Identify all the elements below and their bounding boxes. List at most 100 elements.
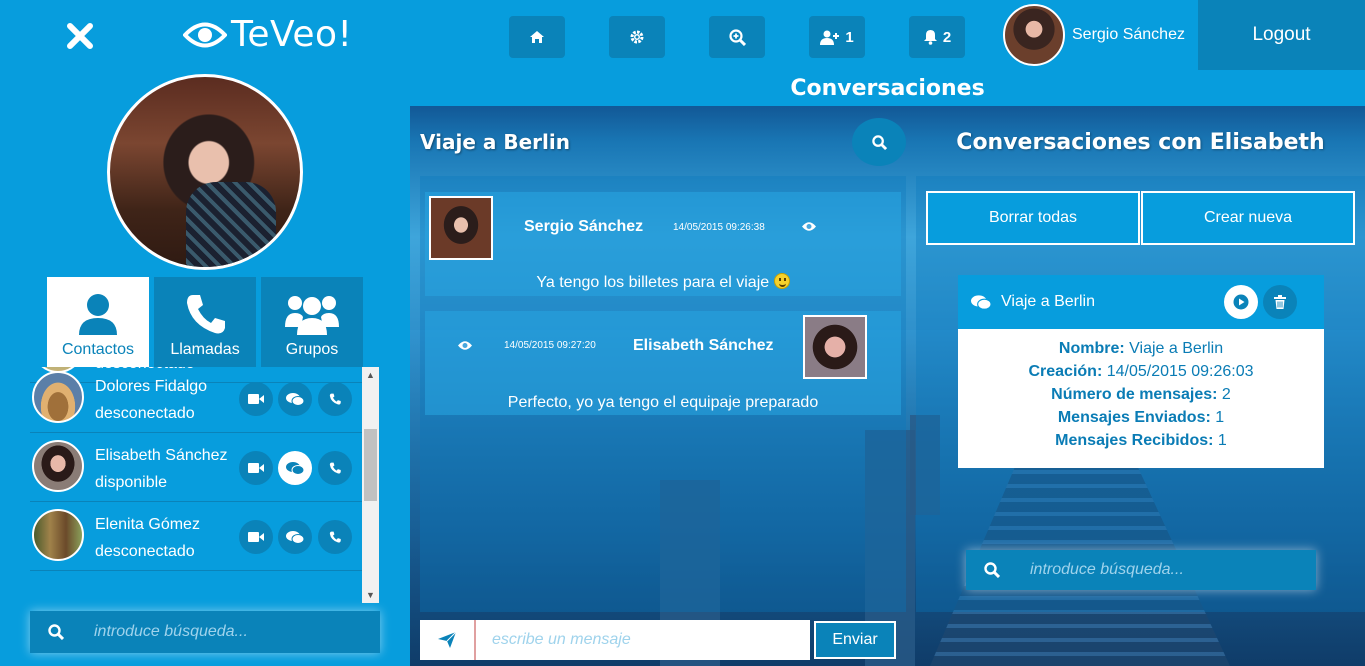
notifications-button[interactable]: 2: [909, 16, 965, 58]
chat-button[interactable]: [278, 451, 312, 485]
friend-requests-button[interactable]: 1: [809, 16, 865, 58]
avatar: [429, 196, 493, 260]
conversations-area: Conversaciones Viaje a Berlin Sergio Sán…: [410, 70, 1365, 666]
user-name: Sergio Sánchez: [1072, 26, 1185, 43]
message-input[interactable]: [476, 631, 796, 649]
video-call-button[interactable]: [239, 520, 273, 554]
message-date: 14/05/2015 09:26:38: [673, 222, 765, 233]
message-date: 14/05/2015 09:27:20: [504, 340, 596, 351]
search-contacts-button[interactable]: [709, 16, 765, 58]
search-input[interactable]: introduce búsqueda...: [1030, 561, 1184, 579]
eye-logo-icon: [183, 22, 227, 47]
top-bar: TeVeo! 1 2 Sergio Sánchez Logout: [0, 0, 1365, 70]
seen-eye-icon: [458, 341, 472, 350]
scroll-down-icon[interactable]: ▼: [366, 590, 375, 600]
chat-search-button[interactable]: [852, 118, 906, 166]
list-item[interactable]: Dolores Fidalgo desconectado: [30, 367, 362, 433]
trash-icon: [1274, 295, 1286, 309]
send-button[interactable]: Enviar: [814, 621, 896, 659]
delete-all-button[interactable]: Borrar todas: [926, 191, 1140, 245]
tab-grupos[interactable]: Grupos: [261, 277, 363, 367]
conversations-with-title: Conversaciones con Elisabeth: [956, 130, 1325, 155]
chat-button[interactable]: [278, 382, 312, 416]
message-composer: [420, 620, 810, 660]
user-menu[interactable]: Sergio Sánchez: [1000, 0, 1198, 70]
conversation-card[interactable]: Viaje a Berlin Nombre: Viaje a Berlin Cr…: [958, 275, 1324, 468]
tab-llamadas[interactable]: Llamadas: [154, 277, 256, 367]
phone-icon: [187, 295, 225, 334]
smiley-emoji-icon: [773, 273, 790, 289]
contacts-list: desconectado Dolores Fidalgo desconectad…: [30, 367, 380, 603]
logo-text: TeVeo!: [231, 14, 353, 55]
page-title: Conversaciones: [410, 70, 1365, 106]
video-camera-icon: [248, 394, 264, 404]
contact-status: disponible: [95, 474, 168, 491]
gear-icon: [630, 30, 644, 44]
sidebar: Contactos Llamadas Grupos desconectado D…: [0, 70, 410, 666]
app-logo: TeVeo!: [183, 14, 352, 55]
delete-conversation-button[interactable]: [1263, 285, 1297, 319]
contacts-search[interactable]: introduce búsqueda...: [30, 611, 380, 653]
scroll-up-icon[interactable]: ▲: [366, 370, 375, 380]
detail-row: Nombre: Viaje a Berlin: [1058, 340, 1224, 357]
message-text: Ya tengo los billetes para el viaje: [425, 273, 901, 292]
detail-row: Número de mensajes: 2: [1051, 386, 1231, 403]
call-button[interactable]: [318, 451, 352, 485]
message: 14/05/2015 09:27:20 Elisabeth Sánchez Pe…: [425, 311, 901, 415]
avatar: [1003, 4, 1065, 66]
message: Sergio Sánchez 14/05/2015 09:26:38 Ya te…: [425, 192, 901, 296]
video-camera-icon: [248, 532, 264, 542]
avatar: [32, 371, 84, 423]
avatar: [803, 315, 867, 379]
chat-title: Viaje a Berlin: [420, 130, 570, 154]
tab-label: Contactos: [61, 341, 135, 358]
video-call-button[interactable]: [239, 451, 273, 485]
conversation-details: Nombre: Viaje a Berlin Creación: 14/05/2…: [958, 337, 1324, 452]
detail-row: Mensajes Recibidos: 1: [1055, 432, 1227, 449]
chat-button[interactable]: [278, 520, 312, 554]
chat-panel: Sergio Sánchez 14/05/2015 09:26:38 Ya te…: [420, 176, 906, 612]
list-item[interactable]: Elisabeth Sánchez disponible: [30, 434, 362, 502]
list-item[interactable]: Elenita Gómez desconectado: [30, 503, 362, 571]
zoom-in-icon: [728, 28, 746, 46]
detail-row: Creación: 14/05/2015 09:26:03: [1028, 363, 1254, 380]
phone-icon: [329, 531, 341, 543]
open-conversation-button[interactable]: [1224, 285, 1258, 319]
call-button[interactable]: [318, 520, 352, 554]
tab-label: Grupos: [285, 341, 339, 358]
contact-status: desconectado: [95, 405, 195, 422]
home-button[interactable]: [509, 16, 565, 58]
logout-button[interactable]: Logout: [1198, 0, 1365, 70]
user-icon: [79, 294, 117, 335]
message-text: Perfecto, yo ya tengo el equipaje prepar…: [507, 394, 819, 411]
contact-status: desconectado: [95, 543, 195, 560]
tab-contactos[interactable]: Contactos: [47, 277, 149, 367]
group-icon: [285, 296, 339, 335]
chat-bubbles-icon: [971, 295, 991, 310]
play-icon: [1233, 294, 1249, 310]
avatar: [32, 440, 84, 492]
friend-requests-count: 1: [845, 28, 854, 46]
create-new-button[interactable]: Crear nueva: [1141, 191, 1355, 245]
seen-eye-icon: [802, 222, 816, 231]
chat-bubbles-icon: [286, 393, 304, 406]
conversation-card-title: Viaje a Berlin: [1001, 293, 1095, 310]
video-call-button[interactable]: [239, 382, 273, 416]
close-icon[interactable]: [64, 20, 96, 52]
scrollbar-thumb[interactable]: [364, 429, 377, 501]
home-icon: [530, 31, 544, 43]
call-button[interactable]: [318, 382, 352, 416]
tab-label: Llamadas: [170, 341, 240, 358]
bell-icon: [923, 30, 937, 45]
contacts-scrollbar[interactable]: ▲ ▼: [362, 367, 379, 603]
search-icon: [871, 134, 887, 150]
phone-icon: [329, 393, 341, 405]
settings-button[interactable]: [609, 16, 665, 58]
chat-bubbles-icon: [286, 531, 304, 544]
phone-icon: [329, 462, 341, 474]
profile-photo: [107, 74, 303, 270]
paper-plane-icon: [420, 620, 476, 660]
search-input[interactable]: introduce búsqueda...: [94, 623, 248, 641]
contact-name: Dolores Fidalgo: [95, 378, 208, 395]
conversations-search[interactable]: introduce búsqueda...: [966, 550, 1316, 590]
